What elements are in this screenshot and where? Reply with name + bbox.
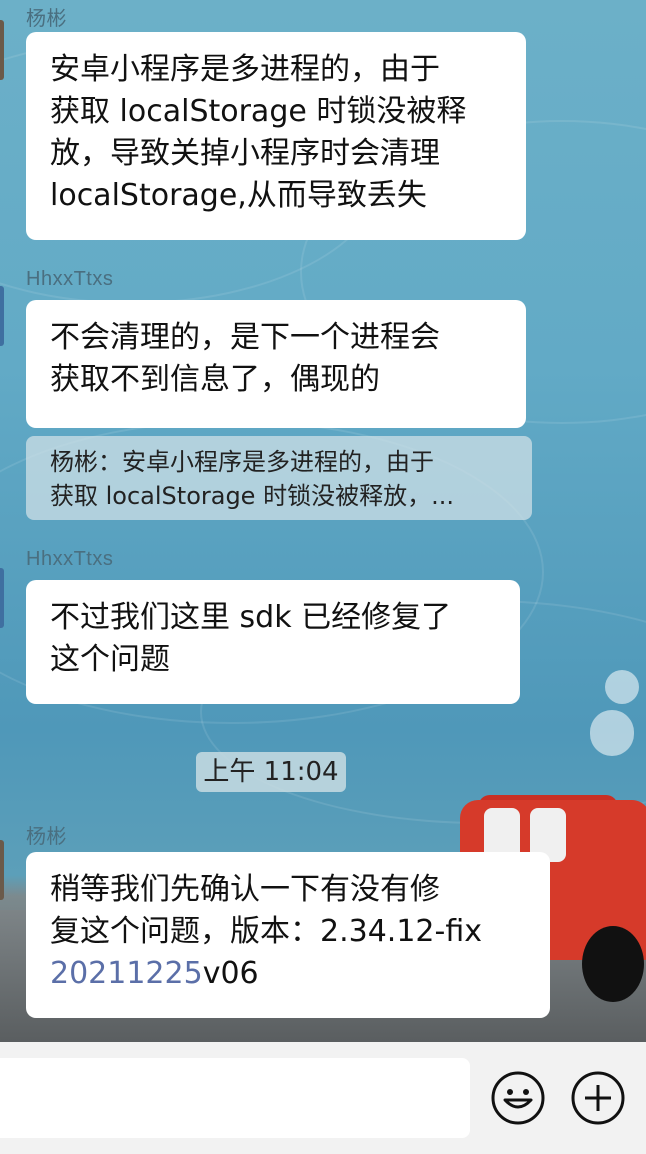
message-bubble[interactable]: 安卓小程序是多进程的，由于 获取 localStorage 时锁没被释 放，导致… xyxy=(26,32,526,240)
sender-name: HhxxTtxs xyxy=(26,268,114,290)
background-cloud xyxy=(605,670,639,704)
message-line: 获取 localStorage 时锁没被释 xyxy=(50,94,467,129)
message-line: 放，导致关掉小程序时会清理 xyxy=(50,136,440,171)
message-line: 安卓小程序是多进程的，由于 xyxy=(50,52,440,87)
avatar[interactable] xyxy=(0,840,4,900)
message-line: localStorage,从而导致丢失 xyxy=(50,178,427,213)
plus-icon xyxy=(571,1071,625,1125)
message-line: 这个问题 xyxy=(50,642,170,677)
message-bubble[interactable]: 不会清理的，是下一个进程会 获取不到信息了，偶现的 xyxy=(26,300,526,428)
avatar[interactable] xyxy=(0,568,4,628)
message-line: 20211225v06 xyxy=(50,953,526,995)
sender-name: 杨彬 xyxy=(26,826,67,848)
avatar[interactable] xyxy=(0,20,4,80)
emoji-button[interactable] xyxy=(490,1070,546,1126)
message-line: 不过我们这里 sdk 已经修复了 xyxy=(50,600,452,635)
emoji-icon xyxy=(491,1071,545,1125)
message-line: 复这个问题，版本：2.34.12-fix xyxy=(50,914,482,949)
message-bubble[interactable]: 稍等我们先确认一下有没有修 复这个问题，版本：2.34.12-fix 20211… xyxy=(26,852,550,1018)
background-cloud xyxy=(590,710,634,756)
quote-line: 杨彬：安卓小程序是多进程的，由于 xyxy=(50,448,434,476)
version-link[interactable]: 20211225 xyxy=(50,956,203,991)
message-bubble[interactable]: 不过我们这里 sdk 已经修复了 这个问题 xyxy=(26,580,520,704)
version-suffix: v06 xyxy=(202,956,259,991)
input-bar xyxy=(0,1042,646,1154)
message-line: 获取不到信息了，偶现的 xyxy=(50,362,380,397)
timestamp: 上午 11:04 xyxy=(196,752,346,792)
quote-line: 获取 localStorage 时锁没被释放，... xyxy=(50,482,454,510)
message-line: 稍等我们先确认一下有没有修 xyxy=(50,872,440,907)
background-car-wheel xyxy=(582,926,644,1002)
quoted-message[interactable]: 杨彬：安卓小程序是多进程的，由于 获取 localStorage 时锁没被释放，… xyxy=(26,436,532,520)
message-input[interactable] xyxy=(0,1058,470,1138)
message-line: 不会清理的，是下一个进程会 xyxy=(50,320,440,355)
sender-name: 杨彬 xyxy=(26,8,67,30)
avatar[interactable] xyxy=(0,286,4,346)
sender-name: HhxxTtxs xyxy=(26,548,114,570)
plus-button[interactable] xyxy=(570,1070,626,1126)
